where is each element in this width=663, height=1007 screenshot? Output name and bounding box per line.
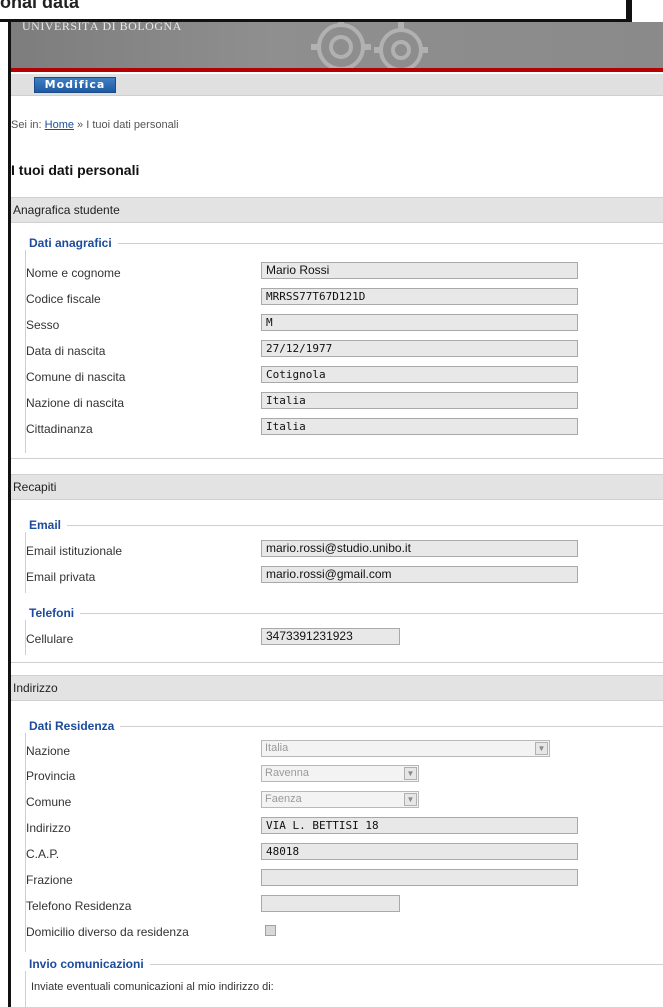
label-nazione: Nazione <box>26 744 71 758</box>
legend-telefoni: Telefoni <box>23 606 81 620</box>
field-cellulare: 3473391231923 <box>261 628 400 645</box>
breadcrumb-separator: » <box>77 119 84 131</box>
legend-email: Email <box>23 518 68 532</box>
gears-logo-icon <box>311 22 428 68</box>
field-sesso: M <box>261 314 578 331</box>
invio-note: Inviate eventuali comunicazioni al mio i… <box>31 981 274 993</box>
select-provincia-value: Ravenna <box>265 767 310 779</box>
label-data-nascita: Data di nascita <box>26 344 106 358</box>
field-nome-cognome: Mario Rossi <box>261 262 578 279</box>
label-cittadinanza: Cittadinanza <box>26 422 93 436</box>
legend-dati-residenza: Dati Residenza <box>23 719 121 733</box>
breadcrumb: Sei in: Home » I tuoi dati personali <box>11 119 179 131</box>
section-indirizzo: Indirizzo <box>11 675 663 701</box>
label-domicilio-diverso: Domicilio diverso da residenza <box>26 925 189 939</box>
section-recapiti: Recapiti <box>11 474 663 500</box>
field-comune-nascita: Cotignola <box>261 366 578 383</box>
field-indirizzo: VIA L. BETTISI 18 <box>261 817 578 834</box>
label-cap: C.A.P. <box>26 847 60 861</box>
university-banner: UNIVERSITÀ DI BOLOGNA <box>11 22 663 68</box>
label-indirizzo: Indirizzo <box>26 821 71 835</box>
window-caption: onal data <box>0 0 632 22</box>
chevron-down-icon[interactable]: ▼ <box>535 742 548 755</box>
label-comune-nascita: Comune di nascita <box>26 370 126 384</box>
field-nazione-nascita: Italia <box>261 392 578 409</box>
select-comune[interactable]: Faenza ▼ <box>261 791 419 808</box>
field-data-nascita: 27/12/1977 <box>261 340 578 357</box>
breadcrumb-prefix: Sei in: <box>11 119 42 131</box>
label-nazione-nascita: Nazione di nascita <box>26 396 125 410</box>
breadcrumb-current: I tuoi dati personali <box>86 119 179 131</box>
field-email-privata: mario.rossi@gmail.com <box>261 566 578 583</box>
label-comune: Comune <box>26 795 72 809</box>
toolbar: Modifica <box>11 74 663 96</box>
banner-red-stripe <box>11 68 663 72</box>
label-frazione: Frazione <box>26 873 73 887</box>
fieldset-dati-residenza <box>25 726 663 952</box>
field-cap: 48018 <box>261 843 578 860</box>
legend-dati-anagrafici: Dati anagrafici <box>23 236 118 250</box>
field-codice-fiscale: MRRSS77T67D121D <box>261 288 578 305</box>
field-email-istituzionale: mario.rossi@studio.unibo.it <box>261 540 578 557</box>
label-cellulare: Cellulare <box>26 632 74 646</box>
label-provincia: Provincia <box>26 769 76 783</box>
select-nazione[interactable]: Italia ▼ <box>261 740 550 757</box>
breadcrumb-home-link[interactable]: Home <box>45 119 74 131</box>
divider <box>11 662 663 663</box>
chevron-down-icon[interactable]: ▼ <box>404 767 417 780</box>
label-codice-fiscale: Codice fiscale <box>26 292 101 306</box>
field-telefono-residenza <box>261 895 400 912</box>
select-comune-value: Faenza <box>265 793 302 805</box>
legend-invio-comunicazioni: Invio comunicazioni <box>23 957 150 971</box>
university-name: UNIVERSITÀ DI BOLOGNA <box>22 22 182 33</box>
checkbox-domicilio-diverso[interactable] <box>265 925 276 936</box>
divider <box>11 458 663 459</box>
label-telefono-residenza: Telefono Residenza <box>26 899 132 913</box>
page-frame: UNIVERSITÀ DI BOLOGNA Modifica Sei in: H… <box>8 22 663 1007</box>
select-provincia[interactable]: Ravenna ▼ <box>261 765 419 782</box>
label-email-privata: Email privata <box>26 570 96 584</box>
label-email-istituzionale: Email istituzionale <box>26 544 123 558</box>
label-nome-cognome: Nome e cognome <box>26 266 121 280</box>
select-nazione-value: Italia <box>265 742 289 754</box>
field-cittadinanza: Italia <box>261 418 578 435</box>
section-anagrafica: Anagrafica studente <box>11 197 663 223</box>
chevron-down-icon[interactable]: ▼ <box>404 793 417 806</box>
label-sesso: Sesso <box>26 318 60 332</box>
modifica-button[interactable]: Modifica <box>34 77 116 93</box>
field-frazione <box>261 869 578 886</box>
page-title: I tuoi dati personali <box>11 162 140 178</box>
